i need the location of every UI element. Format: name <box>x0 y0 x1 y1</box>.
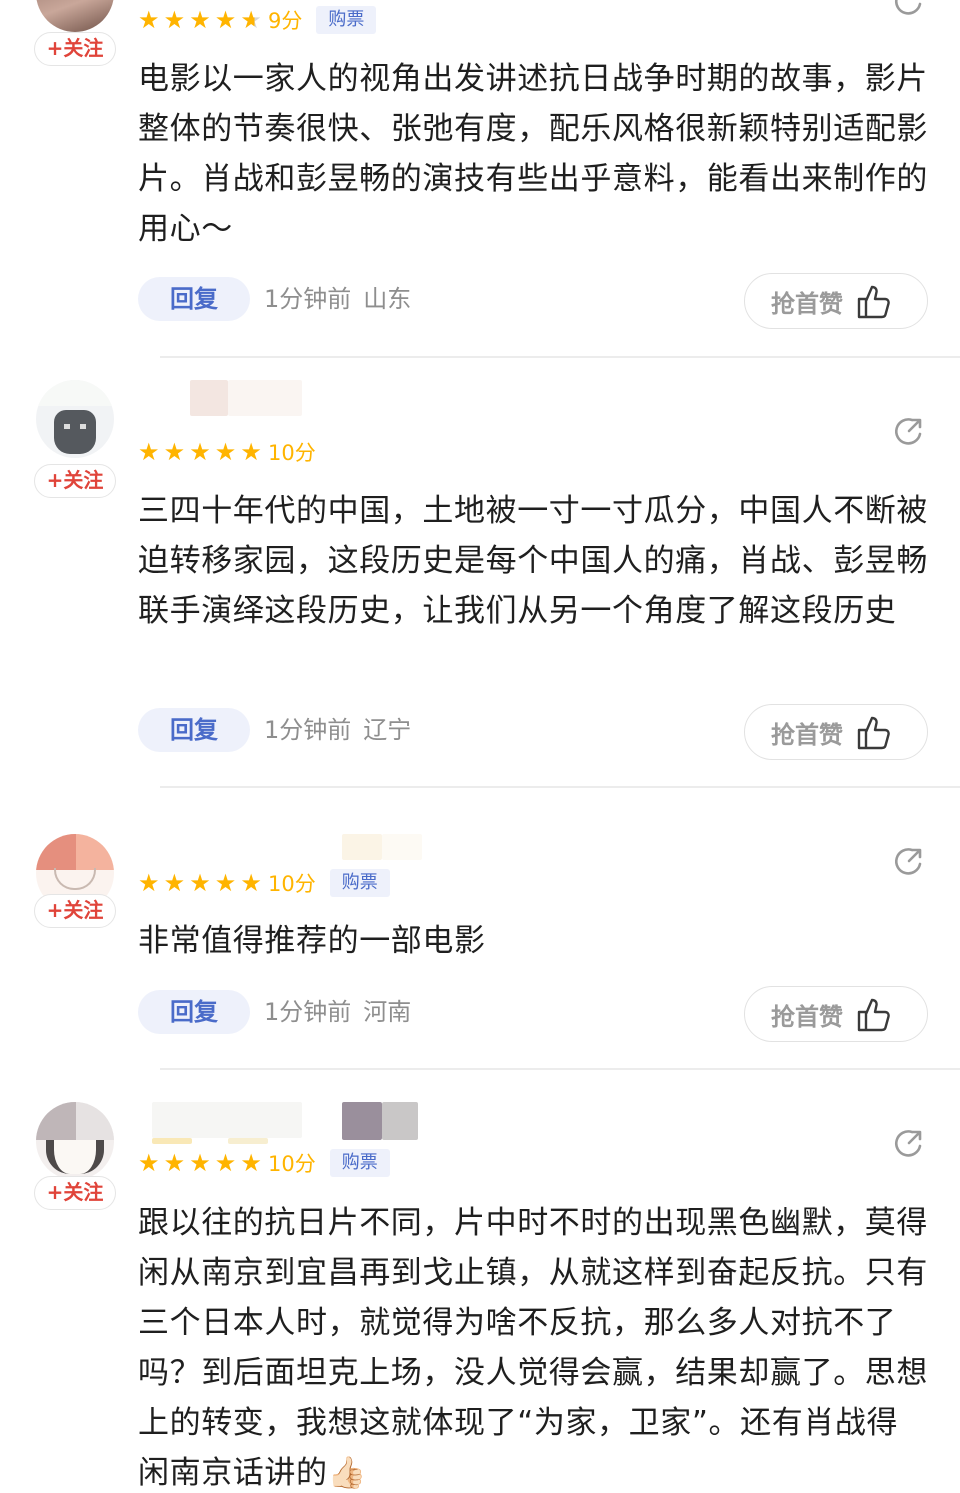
star-icon: ★ <box>189 1149 211 1177</box>
star-rating: ★ ★ ★ ★ ★ <box>138 871 266 895</box>
thumbs-up-icon <box>857 998 890 1032</box>
star-icon: ★ <box>214 869 237 897</box>
location: 辽宁 <box>363 716 412 744</box>
share-icon[interactable] <box>892 1126 926 1160</box>
star-icon: ★ <box>138 6 160 34</box>
ticket-badge: 购票 <box>316 6 377 34</box>
comment-text: 跟以往的抗日片不同，片中时不时的出现黑色幽默，莫得闲从南京到宜昌再到戈止镇，从就… <box>138 1198 928 1490</box>
score: 10分 <box>267 872 316 896</box>
score: 10分 <box>267 441 316 465</box>
score: 10分 <box>267 1152 316 1176</box>
share-icon[interactable] <box>892 414 926 448</box>
follow-button[interactable]: +关注 <box>34 464 116 498</box>
rating-row: ★ ★ ★ ★ ★ 10分 购票 <box>138 1148 390 1178</box>
like-label: 抢首赞 <box>771 720 843 749</box>
rating-row: ★ ★ ★ ★ ★ 10分 购票 <box>138 868 390 898</box>
action-row: 回复 1分钟前 山东 抢首赞 <box>138 273 928 329</box>
like-button[interactable]: 抢首赞 <box>744 273 928 329</box>
score: 9分 <box>267 9 303 33</box>
star-icon: ★ <box>138 438 160 466</box>
thumbs-up-icon <box>857 285 890 319</box>
star-icon: ★ <box>138 1149 160 1177</box>
avatar[interactable] <box>36 380 114 458</box>
comment-meta: 1分钟前 辽宁 <box>264 708 423 752</box>
avatar[interactable] <box>36 0 114 32</box>
rating-row: ★ ★ ★ ★ ★ 10分 <box>138 437 316 467</box>
location: 河南 <box>363 998 412 1026</box>
timestamp: 1分钟前 <box>264 998 352 1026</box>
star-icon: ★ <box>163 1149 186 1177</box>
comment-item: +关注 ★ ★ ★ ★ ★ 10分 购票 非常值得推荐的一部电影 回复 1分钟前… <box>0 834 960 1064</box>
star-rating: ★ ★ ★ ★ ★ <box>138 1151 266 1175</box>
star-icon: ★ <box>163 438 186 466</box>
follow-button[interactable]: +关注 <box>34 1176 116 1210</box>
comment-item: +关注 ★ ★ ★ ★ ★ 10分 购票 跟以往的抗日片不同，片中时不时的出现黑… <box>0 1102 960 1493</box>
share-icon[interactable] <box>892 844 926 878</box>
comment-text: 非常值得推荐的一部电影 <box>138 923 486 959</box>
share-icon[interactable] <box>892 0 926 18</box>
star-icon: ★ <box>163 869 186 897</box>
thumbs-up-emoji: 👍🏻 <box>327 1455 367 1490</box>
divider <box>160 356 960 358</box>
reply-button[interactable]: 回复 <box>138 990 250 1034</box>
star-icon: ★ <box>240 869 262 897</box>
comment-item: +关注 ★ ★ ★ ★ ★ 9分 购票 电影以一家人的视角出发讲述抗日战争时期的… <box>0 0 960 340</box>
comment-text: 三四十年代的中国，土地被一寸一寸瓜分，中国人不断被迫转移家园，这段历史是每个中国… <box>138 493 928 629</box>
divider <box>160 786 960 788</box>
action-row: 回复 1分钟前 辽宁 抢首赞 <box>138 704 928 760</box>
like-button[interactable]: 抢首赞 <box>744 986 928 1042</box>
action-row: 回复 1分钟前 河南 抢首赞 <box>138 986 928 1042</box>
ticket-badge: 购票 <box>329 869 390 897</box>
like-button[interactable]: 抢首赞 <box>744 704 928 760</box>
like-label: 抢首赞 <box>771 289 843 318</box>
divider <box>160 1068 960 1070</box>
follow-button[interactable]: +关注 <box>34 894 116 928</box>
star-icon: ★ <box>240 438 262 466</box>
star-icon: ★ <box>214 438 237 466</box>
star-icon: ★ <box>189 6 211 34</box>
comment-meta: 1分钟前 河南 <box>264 990 423 1034</box>
username-blurred <box>138 380 318 420</box>
thumbs-up-icon <box>857 716 890 750</box>
star-icon: ★ <box>240 1149 262 1177</box>
half-star-icon: ★ <box>240 8 266 32</box>
star-icon: ★ <box>189 869 211 897</box>
avatar[interactable] <box>36 1102 114 1180</box>
like-label: 抢首赞 <box>771 1002 843 1031</box>
star-icon: ★ <box>163 6 186 34</box>
username-blurred <box>138 1102 438 1144</box>
star-icon: ★ <box>189 438 211 466</box>
reply-button[interactable]: 回复 <box>138 277 250 321</box>
star-icon: ★ <box>138 869 160 897</box>
star-icon: ★ <box>214 1149 237 1177</box>
star-icon: ★ <box>214 6 237 34</box>
timestamp: 1分钟前 <box>264 716 352 744</box>
timestamp: 1分钟前 <box>264 285 352 313</box>
reply-button[interactable]: 回复 <box>138 708 250 752</box>
star-rating: ★ ★ ★ ★ ★ <box>138 8 266 32</box>
star-rating: ★ ★ ★ ★ ★ <box>138 440 266 464</box>
comment-text: 电影以一家人的视角出发讲述抗日战争时期的故事，影片整体的节奏很快、张弛有度，配乐… <box>138 61 928 247</box>
comment-meta: 1分钟前 山东 <box>264 277 423 321</box>
comment-item: +关注 ★ ★ ★ ★ ★ 10分 三四十年代的中国，土地被一寸一寸瓜分，中国人… <box>0 380 960 780</box>
follow-button[interactable]: +关注 <box>34 32 116 66</box>
comment-text-body: 跟以往的抗日片不同，片中时不时的出现黑色幽默，莫得闲从南京到宜昌再到戈止镇，从就… <box>138 1205 928 1490</box>
rating-row: ★ ★ ★ ★ ★ 9分 购票 <box>138 5 377 35</box>
location: 山东 <box>363 285 412 313</box>
ticket-badge: 购票 <box>329 1149 390 1177</box>
